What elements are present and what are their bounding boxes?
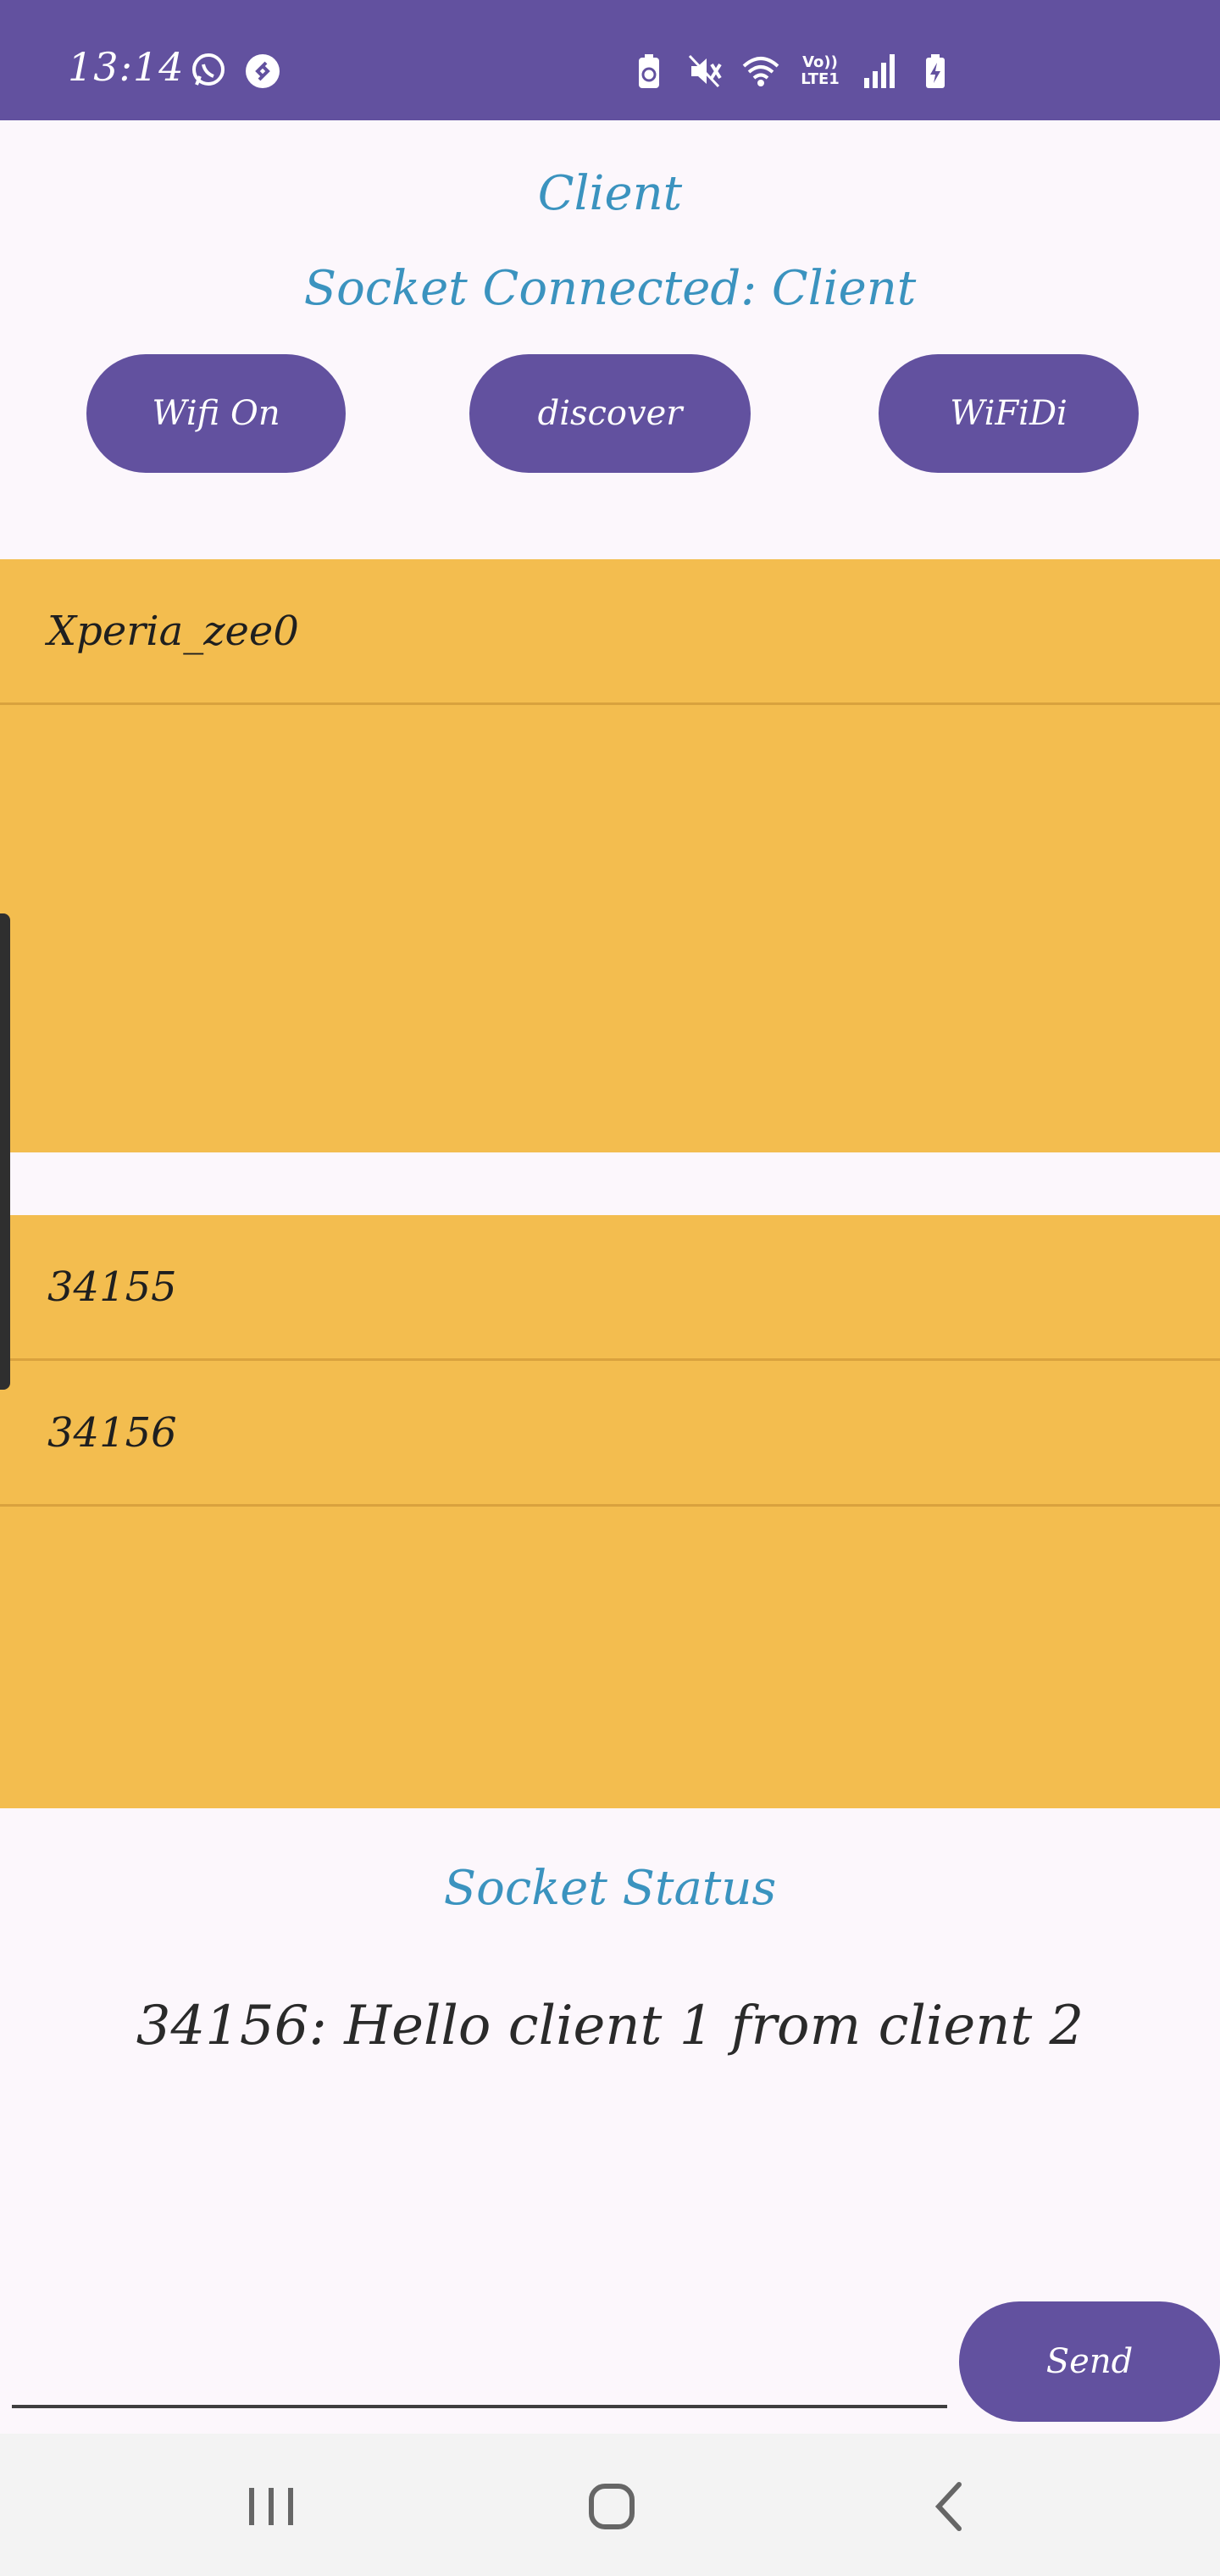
peer-list[interactable]: Xperia_zee0 — [0, 559, 1220, 1152]
back-icon[interactable] — [910, 2466, 991, 2547]
status-left-icons — [188, 51, 283, 92]
connection-status: Socket Connected: Client — [303, 261, 917, 316]
wifidi-button[interactable]: WiFiDi — [879, 354, 1139, 473]
battery-charging-icon — [915, 51, 956, 92]
list-item[interactable]: Xperia_zee0 — [0, 559, 1220, 705]
send-button[interactable]: Send — [959, 2301, 1220, 2422]
message-list[interactable]: 34155 34156 — [0, 1215, 1220, 1808]
status-time: 13:14 — [68, 44, 185, 90]
whatsapp-icon — [188, 51, 229, 92]
signal-icon — [859, 51, 900, 92]
discover-button[interactable]: discover — [469, 354, 751, 473]
recent-apps-icon[interactable] — [230, 2466, 312, 2547]
socket-status-label: Socket Status — [443, 1861, 777, 1916]
mute-icon — [685, 51, 725, 92]
navigation-bar — [0, 2434, 1220, 2576]
list-item[interactable]: 34156 — [0, 1361, 1220, 1507]
wifi-on-button[interactable]: Wifi On — [86, 354, 346, 473]
lte-label: LTE1 — [801, 70, 840, 88]
home-icon[interactable] — [571, 2466, 652, 2547]
message-input[interactable] — [12, 2320, 947, 2408]
shazam-icon — [242, 51, 283, 92]
wifi-icon — [740, 51, 781, 92]
volte-label: Vo)) — [802, 53, 838, 71]
app-title: Client — [537, 166, 683, 221]
status-right-icons: Vo)) LTE1 — [629, 51, 956, 92]
list-item[interactable]: 34155 — [0, 1215, 1220, 1361]
status-bar: 13:14 Vo)) LTE1 — [0, 0, 1220, 120]
volte-icon: Vo)) LTE1 — [796, 51, 844, 92]
battery-saver-icon — [629, 51, 669, 92]
socket-message: 34156: Hello client 1 from client 2 — [136, 1995, 1084, 2057]
edge-panel-handle[interactable] — [0, 913, 10, 1390]
